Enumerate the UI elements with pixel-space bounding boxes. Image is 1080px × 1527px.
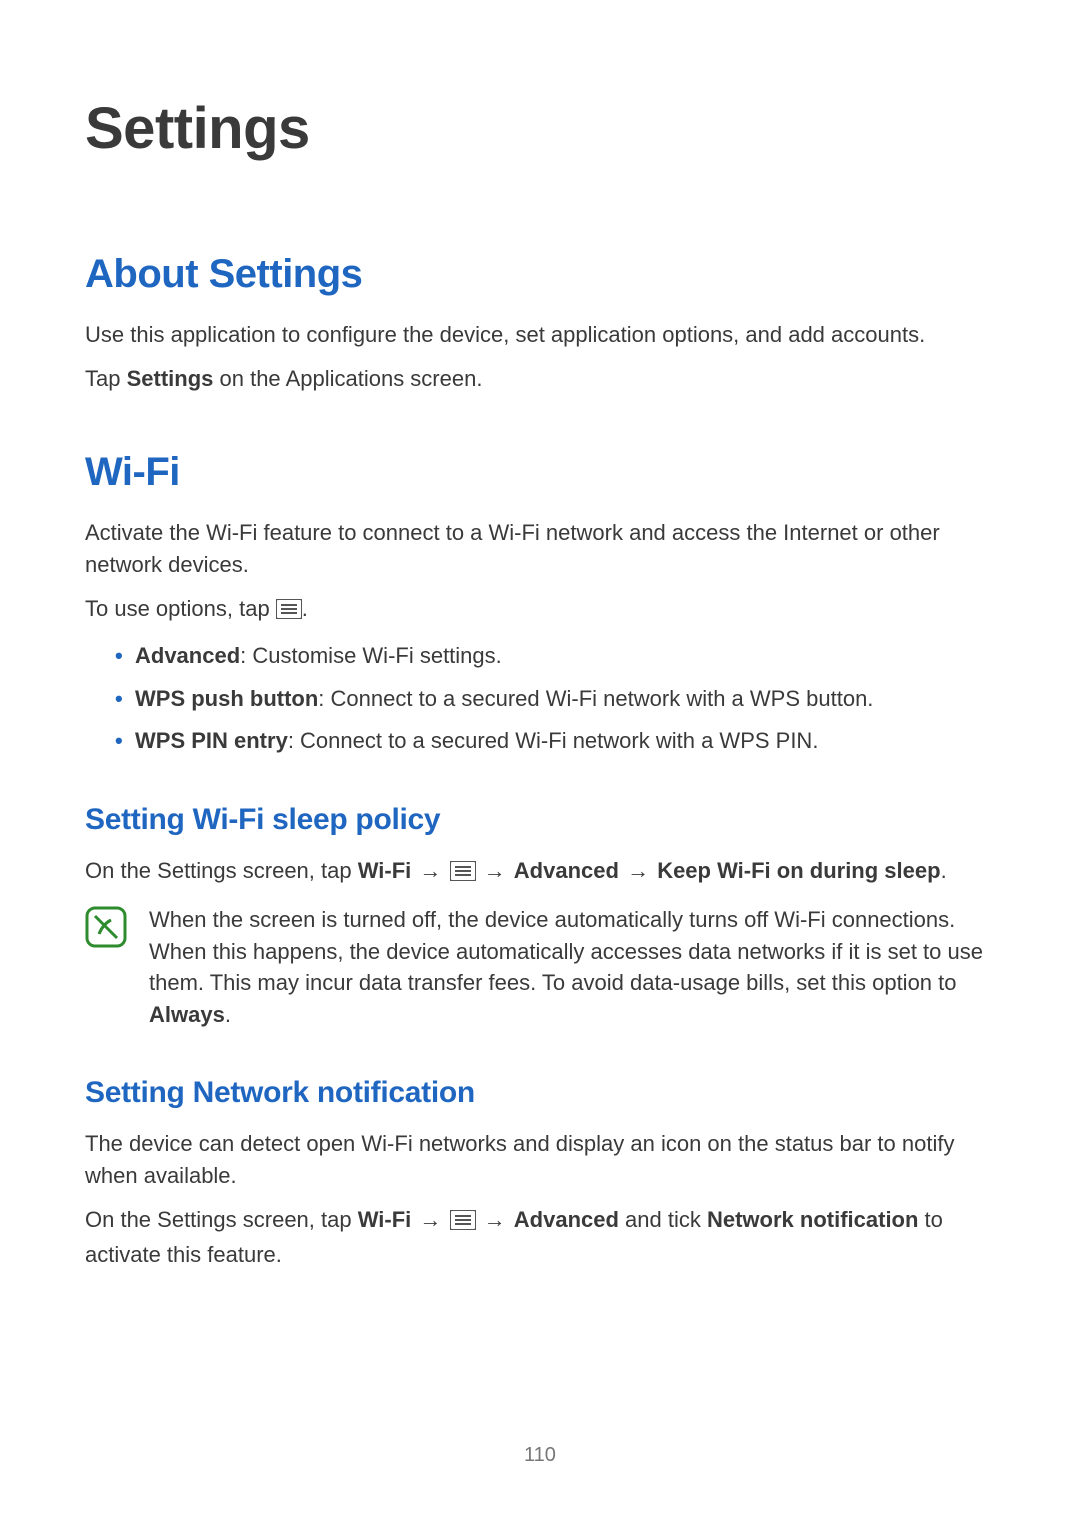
network-wifi-bold: Wi-Fi — [358, 1207, 412, 1232]
heading-network-notification: Setting Network notification — [85, 1076, 995, 1110]
network-line: On the Settings screen, tap Wi-Fi → → Ad… — [85, 1204, 995, 1271]
sleep-prefix: On the Settings screen, tap — [85, 858, 358, 883]
section-about: About Settings Use this application to c… — [85, 252, 995, 395]
menu-icon — [276, 596, 302, 628]
note-icon — [85, 906, 127, 953]
bullet-label: WPS PIN entry — [135, 728, 288, 753]
arrow-icon: → — [625, 855, 651, 887]
note-body: When the screen is turned off, the devic… — [149, 907, 983, 996]
network-body-1: The device can detect open Wi-Fi network… — [85, 1128, 995, 1192]
network-prefix: On the Settings screen, tap — [85, 1207, 358, 1232]
wifi-options-prefix: To use options, tap — [85, 596, 276, 621]
page-title: Settings — [85, 95, 995, 162]
heading-sleep-policy: Setting Wi-Fi sleep policy — [85, 803, 995, 837]
note-block: When the screen is turned off, the devic… — [85, 904, 995, 1032]
list-item: Advanced: Customise Wi-Fi settings. — [115, 639, 995, 673]
heading-wifi: Wi-Fi — [85, 450, 995, 495]
bullet-label: WPS push button — [135, 686, 318, 711]
sleep-policy-line: On the Settings screen, tap Wi-Fi → → Ad… — [85, 855, 995, 890]
bullet-desc: : Customise Wi-Fi settings. — [240, 643, 502, 668]
note-text: When the screen is turned off, the devic… — [149, 904, 995, 1032]
about-body-2-suffix: on the Applications screen. — [213, 366, 482, 391]
sleep-wifi-bold: Wi-Fi — [358, 858, 412, 883]
bullet-label: Advanced — [135, 643, 240, 668]
about-body-2: Tap Settings on the Applications screen. — [85, 363, 995, 395]
sleep-keep-bold: Keep Wi-Fi on during sleep — [657, 858, 940, 883]
menu-icon — [450, 858, 476, 890]
about-settings-bold: Settings — [127, 366, 214, 391]
wifi-options-suffix: . — [302, 596, 308, 621]
network-notif-bold: Network notification — [707, 1207, 918, 1232]
bullet-desc: : Connect to a secured Wi-Fi network wit… — [288, 728, 819, 753]
wifi-options-line: To use options, tap . — [85, 593, 995, 628]
wifi-bullet-list: Advanced: Customise Wi-Fi settings. WPS … — [85, 639, 995, 757]
page-number: 110 — [0, 1444, 1080, 1467]
section-wifi: Wi-Fi Activate the Wi-Fi feature to conn… — [85, 450, 995, 1271]
sleep-suffix: . — [941, 858, 947, 883]
about-body-1: Use this application to configure the de… — [85, 319, 995, 351]
note-end: . — [225, 1002, 231, 1027]
list-item: WPS push button: Connect to a secured Wi… — [115, 682, 995, 716]
about-body-2-prefix: Tap — [85, 366, 127, 391]
sleep-advanced-bold: Advanced — [514, 858, 619, 883]
arrow-icon: → — [417, 855, 443, 887]
menu-icon — [450, 1207, 476, 1239]
network-mid: and tick — [619, 1207, 707, 1232]
subsection-sleep-policy: Setting Wi-Fi sleep policy On the Settin… — [85, 803, 995, 1031]
note-always-bold: Always — [149, 1002, 225, 1027]
arrow-icon: → — [482, 855, 508, 887]
list-item: WPS PIN entry: Connect to a secured Wi-F… — [115, 724, 995, 758]
wifi-body-1: Activate the Wi-Fi feature to connect to… — [85, 517, 995, 581]
network-advanced-bold: Advanced — [514, 1207, 619, 1232]
arrow-icon: → — [417, 1204, 443, 1236]
arrow-icon: → — [482, 1204, 508, 1236]
heading-about: About Settings — [85, 252, 995, 297]
bullet-desc: : Connect to a secured Wi-Fi network wit… — [318, 686, 873, 711]
subsection-network-notification: Setting Network notification The device … — [85, 1076, 995, 1271]
